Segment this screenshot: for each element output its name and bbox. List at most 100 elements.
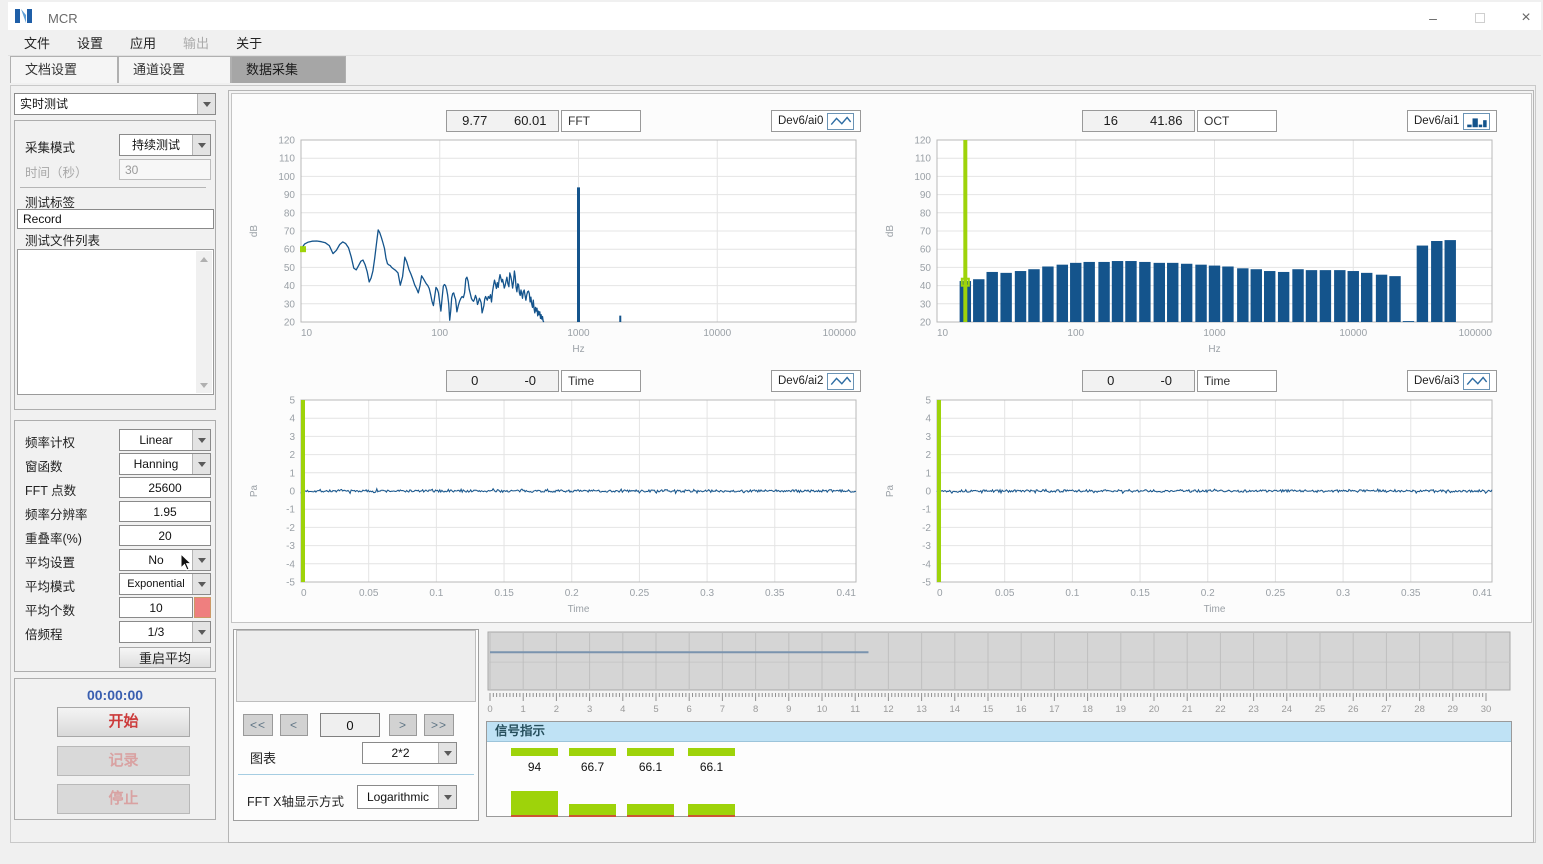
- test-mode-select[interactable]: 实时测试: [14, 93, 216, 115]
- nav-first-button[interactable]: <<: [243, 714, 273, 736]
- record-button[interactable]: 记录: [57, 746, 190, 776]
- svg-text:-3: -3: [286, 541, 295, 552]
- tab-channel-settings[interactable]: 通道设置: [118, 56, 231, 83]
- tab-data-acquisition[interactable]: 数据采集: [231, 56, 346, 83]
- svg-text:1000: 1000: [1203, 328, 1226, 339]
- chevron-down-icon[interactable]: [192, 574, 210, 594]
- maximize-icon: [1475, 13, 1485, 23]
- chart-cell-fft: 9.7760.01 FFT Dev6/ai0 20304050607080901…: [233, 95, 869, 353]
- sidebar: 实时测试 采集模式 持续测试 时间（秒） 测试标签 测试文件列表: [13, 90, 219, 840]
- svg-text:26: 26: [1348, 704, 1359, 715]
- avg-count-field[interactable]: [119, 597, 193, 618]
- close-button[interactable]: ×: [1503, 4, 1543, 32]
- test-file-list[interactable]: [17, 249, 214, 395]
- svg-text:30: 30: [284, 299, 296, 310]
- freq-weighting-select[interactable]: Linear: [119, 429, 211, 451]
- chart-layout-select[interactable]: 2*2: [362, 742, 457, 764]
- test-tag-field[interactable]: [17, 209, 214, 229]
- avg-count-label: 平均个数: [25, 600, 75, 619]
- svg-text:4: 4: [925, 414, 931, 425]
- svg-text:20: 20: [1149, 704, 1160, 715]
- chevron-down-icon[interactable]: [438, 743, 456, 763]
- overlap-field[interactable]: [119, 525, 211, 546]
- chevron-down-icon[interactable]: [192, 622, 210, 642]
- line-chart-icon: [827, 373, 854, 390]
- svg-text:12: 12: [883, 704, 894, 715]
- avg-mode-select[interactable]: Exponential: [119, 573, 211, 595]
- scroll-down-icon[interactable]: [196, 377, 212, 393]
- maximize-button[interactable]: [1457, 4, 1503, 32]
- svg-text:20: 20: [920, 318, 932, 329]
- chevron-down-icon[interactable]: [192, 454, 210, 474]
- freq-resolution-field[interactable]: [119, 501, 211, 522]
- chevron-down-icon[interactable]: [192, 430, 210, 450]
- oct-plot[interactable]: 2030405060708090100110120101001000100001…: [869, 135, 1505, 353]
- svg-text:60: 60: [284, 245, 296, 256]
- display-options-panel: << < > >> 图表 2*2 FFT X轴显示方式 Logarithmic: [233, 629, 479, 821]
- svg-text:4: 4: [620, 704, 625, 715]
- channel-selector[interactable]: Dev6/ai3: [1407, 370, 1497, 392]
- preview-box: [236, 630, 476, 702]
- svg-text:2: 2: [554, 704, 559, 715]
- charts-grid: 9.7760.01 FFT Dev6/ai0 20304050607080901…: [231, 93, 1532, 623]
- acq-mode-select[interactable]: 持续测试: [119, 134, 211, 156]
- svg-text:-3: -3: [922, 541, 931, 552]
- avg-setting-select[interactable]: No: [119, 549, 211, 571]
- channel-selector[interactable]: Dev6/ai2: [771, 370, 861, 392]
- minimize-button[interactable]: –: [1410, 4, 1456, 32]
- menu-about[interactable]: 关于: [236, 33, 262, 52]
- signal-level-meter: [511, 791, 558, 815]
- chevron-down-icon[interactable]: [197, 94, 215, 114]
- fft-points-field[interactable]: [119, 477, 211, 498]
- fft-plot[interactable]: 2030405060708090100110120101001000100001…: [233, 135, 869, 353]
- svg-text:10: 10: [817, 704, 828, 715]
- restart-avg-button[interactable]: 重启平均: [119, 647, 211, 668]
- svg-text:80: 80: [284, 208, 296, 219]
- window-func-select[interactable]: Hanning: [119, 453, 211, 475]
- time-plot-ai2[interactable]: -5-4-3-2-101234500.050.10.150.20.250.30.…: [233, 395, 869, 613]
- record-timeline-plot[interactable]: 0123456789101112131415161718192021222324…: [486, 631, 1512, 715]
- record-timeline[interactable]: 0123456789101112131415161718192021222324…: [486, 631, 1512, 715]
- svg-text:0.05: 0.05: [995, 588, 1015, 599]
- svg-text:0.15: 0.15: [1130, 588, 1150, 599]
- nav-prev-button[interactable]: <: [280, 714, 308, 736]
- nav-next-button[interactable]: >: [389, 714, 417, 736]
- chevron-down-icon[interactable]: [438, 786, 456, 808]
- page-number-field[interactable]: [320, 713, 380, 737]
- channel-selector[interactable]: Dev6/ai0: [771, 110, 861, 132]
- svg-text:19: 19: [1116, 704, 1127, 715]
- nav-last-button[interactable]: >>: [424, 714, 454, 736]
- menu-application[interactable]: 应用: [130, 33, 156, 52]
- chevron-down-icon[interactable]: [192, 550, 210, 570]
- signal-level-meter: [569, 804, 616, 815]
- svg-text:Pa: Pa: [885, 484, 896, 497]
- time-plot-ai3[interactable]: -5-4-3-2-101234500.050.10.150.20.250.30.…: [869, 395, 1505, 613]
- svg-text:3: 3: [587, 704, 592, 715]
- svg-text:120: 120: [278, 136, 295, 147]
- transport-group: 00:00:00 开始 记录 停止: [14, 678, 216, 820]
- menu-settings[interactable]: 设置: [77, 33, 103, 52]
- scroll-up-icon[interactable]: [196, 251, 212, 267]
- svg-text:3: 3: [289, 432, 295, 443]
- fft-xaxis-select[interactable]: Logarithmic: [357, 785, 457, 809]
- menu-file[interactable]: 文件: [24, 33, 50, 52]
- svg-text:-5: -5: [286, 578, 295, 589]
- start-button[interactable]: 开始: [57, 707, 190, 737]
- svg-text:5: 5: [925, 396, 931, 407]
- chart-type-box: Time: [561, 370, 641, 392]
- test-mode-value: 实时测试: [15, 94, 197, 114]
- channel-selector[interactable]: Dev6/ai1: [1407, 110, 1497, 132]
- octave-select[interactable]: 1/3: [119, 621, 211, 643]
- svg-text:1: 1: [521, 704, 526, 715]
- app-logo-icon: [14, 6, 34, 26]
- time-seconds-field[interactable]: [119, 159, 211, 180]
- tab-document-settings[interactable]: 文档设置: [10, 56, 118, 83]
- scrollbar[interactable]: [196, 251, 212, 393]
- meter-baseline: [569, 815, 616, 817]
- app-window: MCR – × 文件 设置 应用 输出 关于 文档设置 通道设置 数据采集 实时…: [0, 0, 1543, 864]
- chart-cell-time-ai2: 0-0 Time Dev6/ai2 -5-4-3-2-101234500.050…: [233, 355, 869, 613]
- chevron-down-icon[interactable]: [192, 135, 210, 155]
- svg-text:17: 17: [1049, 704, 1060, 715]
- svg-text:30: 30: [920, 299, 932, 310]
- stop-button[interactable]: 停止: [57, 784, 190, 814]
